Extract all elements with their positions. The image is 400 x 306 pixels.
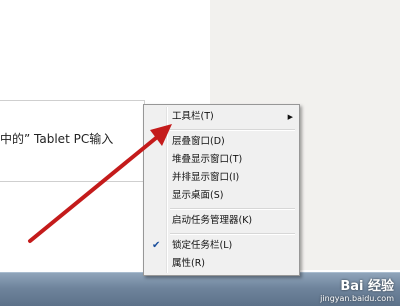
watermark: Bai 经验 jingyan.baidu.com	[320, 275, 394, 303]
watermark-brand: Bai 经验	[340, 279, 394, 294]
watermark-url: jingyan.baidu.com	[320, 294, 394, 303]
annotation-arrow-icon	[28, 124, 172, 243]
